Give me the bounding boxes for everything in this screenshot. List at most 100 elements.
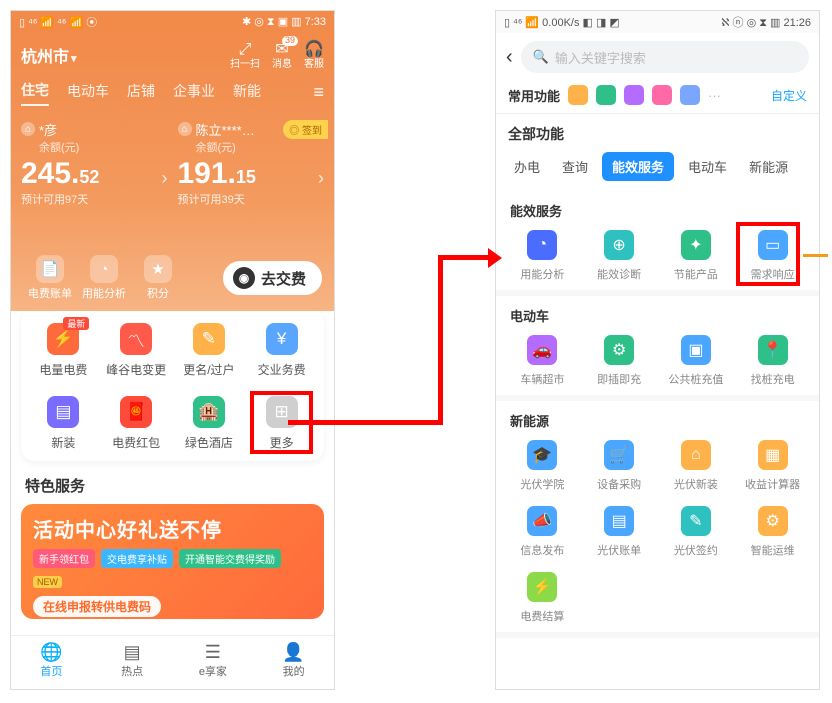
search-placeholder: 输入关键字搜索: [555, 48, 646, 67]
header-icon-消息[interactable]: ✉消息39: [272, 41, 292, 70]
fn-绿色酒店[interactable]: 🏨绿色酒店: [173, 396, 246, 451]
frequent-icon[interactable]: [652, 85, 672, 105]
fn-新装[interactable]: ▤新装: [27, 396, 100, 451]
fn-智能运维[interactable]: ⚙智能运维: [734, 506, 811, 558]
icon: ☰: [173, 642, 254, 663]
label: 光伏签约: [674, 545, 718, 557]
fn-收益计算器[interactable]: ▦ 收益计算器: [734, 440, 811, 492]
fn-车辆超市[interactable]: 🚗车辆超市: [504, 335, 581, 387]
label: 电量电费: [39, 363, 87, 377]
frequent-icon[interactable]: [680, 85, 700, 105]
label: 电费账单: [28, 288, 72, 300]
quick-积分[interactable]: ★积分: [131, 255, 185, 301]
category-tab[interactable]: 店铺: [127, 81, 155, 105]
label: 光伏账单: [597, 545, 641, 557]
phone-left: ▯ ⁴⁶ 📶 ⁴⁶ 📶 ⦿ ✱ ◎ ⧗ ▣ ▥ 7:33 杭州市▾ ⤢扫一扫 ✉消…: [10, 10, 335, 690]
label: 找桩充电: [751, 374, 795, 386]
fn-光伏账单[interactable]: ▤光伏账单: [581, 506, 658, 558]
icon: ⚡: [527, 572, 557, 602]
frequent-label: 常用功能: [508, 86, 560, 105]
cat-tab-查询[interactable]: 查询: [554, 153, 596, 180]
account-card[interactable]: ⌂*彦余额(元)245.52›预计可用97天: [21, 120, 168, 207]
fn-公共桩充值[interactable]: ▣公共桩充值: [658, 335, 735, 387]
location-picker[interactable]: 杭州市▾: [21, 43, 77, 67]
fn-节能产品[interactable]: ✦节能产品: [658, 230, 735, 282]
status-left: ▯ ⁴⁶ 📶 0.00K/s ◧ ◨ ◩: [504, 16, 620, 29]
icon: 🏨: [193, 396, 225, 428]
divider: [496, 632, 819, 638]
category-tab[interactable]: 住宅: [21, 80, 49, 106]
icon: ▤: [47, 396, 79, 428]
icon: 👤: [253, 642, 334, 663]
frequent-icon[interactable]: [568, 85, 588, 105]
home-icon: ⌂: [178, 122, 192, 136]
balance-label: 余额(元): [196, 139, 325, 155]
fn-设备采购[interactable]: 🛒设备采购: [581, 440, 658, 492]
promo-chip: 新手领红包: [33, 549, 95, 568]
label: 能效诊断: [597, 269, 641, 281]
promo-line1: 在线申报转供电费码: [33, 596, 161, 617]
estimate: 预计可用97天: [21, 191, 168, 207]
fn-即插即充[interactable]: ⚙即插即充: [581, 335, 658, 387]
customize-link[interactable]: 自定义: [771, 87, 807, 104]
icon: 🧧: [120, 396, 152, 428]
quick-电费账单[interactable]: 📄电费账单: [23, 255, 77, 301]
promo-banner[interactable]: 活动中心好礼送不停 新手领红包交电费享补贴开通智能交费得奖励 NEW 在线申报转…: [21, 504, 324, 619]
label: 信息发布: [520, 545, 564, 557]
fn-信息发布[interactable]: 📣信息发布: [504, 506, 581, 558]
account-card[interactable]: ◎ 签到⌂陈立****…余额(元)191.15›预计可用39天: [178, 120, 325, 207]
nav-热点[interactable]: ▤热点: [92, 636, 173, 689]
tabs-more-icon[interactable]: ≡: [313, 82, 324, 103]
search-input[interactable]: 🔍 输入关键字搜索: [521, 41, 809, 73]
label: 车辆超市: [520, 374, 564, 386]
chevron-right-icon: ›: [318, 168, 324, 189]
fn-电量电费[interactable]: 最新⚡电量电费: [27, 323, 100, 378]
icon: ⌂: [681, 440, 711, 470]
nav-我的[interactable]: 👤我的: [253, 636, 334, 689]
header-icon-扫一扫[interactable]: ⤢扫一扫: [230, 41, 260, 70]
nav-首页[interactable]: 🌐首页: [11, 636, 92, 689]
cat-tab-新能源[interactable]: 新能源: [741, 153, 796, 180]
fn-光伏签约[interactable]: ✎ 光伏签约: [658, 506, 735, 558]
frequent-icon[interactable]: [596, 85, 616, 105]
category-tab[interactable]: 新能: [233, 81, 261, 105]
category-tab[interactable]: 电动车: [67, 81, 109, 105]
label: e享家: [199, 666, 227, 678]
bot-icon: ◉: [233, 267, 255, 289]
cat-tab-办电[interactable]: 办电: [506, 153, 548, 180]
label: 电费红包: [112, 436, 160, 450]
icon: ▦: [758, 440, 788, 470]
icon: ✎: [681, 506, 711, 536]
category-tab[interactable]: 企事业: [173, 81, 215, 105]
status-bar: ▯ ⁴⁶ 📶 ⁴⁶ 📶 ⦿ ✱ ◎ ⧗ ▣ ▥ 7:33: [11, 11, 334, 33]
fn-峰谷电变更[interactable]: 〽峰谷电变更: [100, 323, 173, 378]
tag: 最新: [63, 317, 89, 330]
nav-e享家[interactable]: ☰ e享家: [173, 636, 254, 689]
status-bar: ▯ ⁴⁶ 📶 0.00K/s ◧ ◨ ◩ ℵ ⓝ ◎ ⧗ ▥ 21:26: [496, 11, 819, 33]
icon: ★: [144, 255, 172, 283]
fn-光伏学院[interactable]: 🎓光伏学院: [504, 440, 581, 492]
fn-光伏新装[interactable]: ⌂光伏新装: [658, 440, 735, 492]
status-left: ▯ ⁴⁶ 📶 ⁴⁶ 📶 ⦿: [19, 14, 97, 30]
arrow-segment: [438, 255, 443, 425]
fn-找桩充电[interactable]: 📍找桩充电: [734, 335, 811, 387]
highlight-demand-response: [736, 222, 800, 286]
checkin-pill[interactable]: ◎ 签到: [283, 120, 328, 139]
fn-电费结算[interactable]: ⚡电费结算: [504, 572, 581, 624]
fn-交业务费[interactable]: ¥交业务费: [245, 323, 318, 378]
pay-button[interactable]: ◉去交费: [223, 261, 322, 295]
cat-tab-电动车[interactable]: 电动车: [680, 153, 735, 180]
frequent-icon[interactable]: [624, 85, 644, 105]
pointer-line: [803, 254, 828, 257]
label: 收益计算器: [745, 479, 800, 491]
quick-用能分析[interactable]: ◔用能分析: [77, 255, 131, 301]
status-right: ✱ ◎ ⧗ ▣ ▥ 7:33: [242, 15, 326, 29]
back-button[interactable]: ‹: [506, 46, 513, 69]
fn-电费红包[interactable]: 🧧 电费红包: [100, 396, 173, 451]
fn-能效诊断[interactable]: ⊕能效诊断: [581, 230, 658, 282]
special-services-heading: 特色服务: [11, 461, 334, 504]
cat-tab-能效服务[interactable]: 能效服务: [602, 152, 674, 181]
fn-用能分析[interactable]: ◔用能分析: [504, 230, 581, 282]
header-icon-客服[interactable]: 🎧客服: [304, 41, 324, 70]
fn-更名/过户[interactable]: ✎更名/过户: [173, 323, 246, 378]
